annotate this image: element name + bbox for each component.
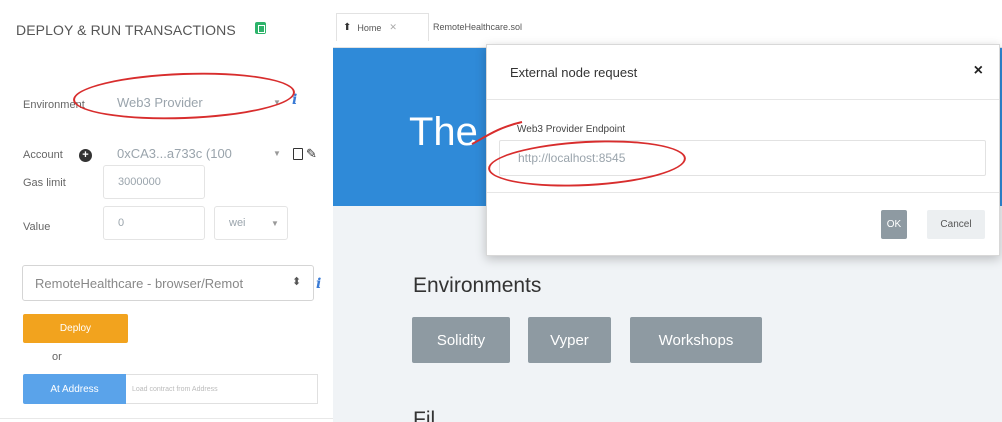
value-label: Value (23, 221, 51, 233)
tab-home[interactable]: ⬆ Home ✕ (336, 13, 429, 41)
ok-button[interactable]: OK (881, 210, 907, 239)
copy-account-clipboard-icon[interactable] (293, 148, 303, 160)
contract-select[interactable]: RemoteHealthcare - browser/Remot (22, 265, 314, 301)
at-address-button[interactable]: At Address (23, 374, 126, 404)
modal-close-icon[interactable]: × (974, 62, 983, 80)
hero-title: The (409, 110, 478, 154)
environments-title: Environments (413, 274, 542, 297)
plugin-doc-icon[interactable] (255, 22, 266, 34)
home-icon: ⬆ (343, 22, 352, 33)
env-solidity-button[interactable]: Solidity (412, 317, 510, 363)
account-caret-icon: ▼ (273, 149, 281, 158)
annotation-arrow-stroke (471, 121, 523, 145)
account-label: Account (23, 149, 63, 161)
contract-info-icon[interactable]: i (316, 276, 321, 292)
tab-remotehealthcare[interactable]: RemoteHealthcare.sol (433, 13, 633, 41)
gas-limit-input[interactable]: 3000000 (103, 165, 205, 199)
tab-close-icon[interactable]: ✕ (389, 22, 397, 33)
tab-bar: ⬆ Home ✕ RemoteHealthcare.sol (333, 0, 1002, 48)
deploy-button[interactable]: Deploy (23, 314, 128, 343)
at-address-input[interactable]: Load contract from Address (126, 374, 318, 404)
panel-title: DEPLOY & RUN TRANSACTIONS (16, 22, 236, 38)
tab-home-label: Home (357, 22, 382, 33)
env-workshops-button[interactable]: Workshops (630, 317, 762, 363)
cancel-button[interactable]: Cancel (927, 210, 985, 239)
deploy-run-panel: DEPLOY & RUN TRANSACTIONS Environment We… (0, 0, 333, 422)
value-input[interactable]: 0 (103, 206, 205, 240)
endpoint-label: Web3 Provider Endpoint (517, 124, 626, 135)
next-section-title: Fil (413, 408, 436, 422)
env-vyper-button[interactable]: Vyper (528, 317, 611, 363)
add-account-plus-icon[interactable]: + (79, 149, 92, 162)
modal-divider-bottom (487, 192, 999, 193)
gas-limit-label: Gas limit (23, 177, 66, 189)
modal-title: External node request (510, 65, 638, 80)
or-text: or (52, 351, 62, 363)
modal-divider-top (487, 99, 999, 100)
value-unit-caret-icon: ▼ (271, 219, 279, 228)
panel-divider (0, 418, 333, 419)
edit-account-icon[interactable]: ✎ (306, 146, 317, 162)
contract-updown-icon: ⬍ (292, 276, 302, 288)
tab-file-label: RemoteHealthcare.sol (433, 22, 523, 32)
